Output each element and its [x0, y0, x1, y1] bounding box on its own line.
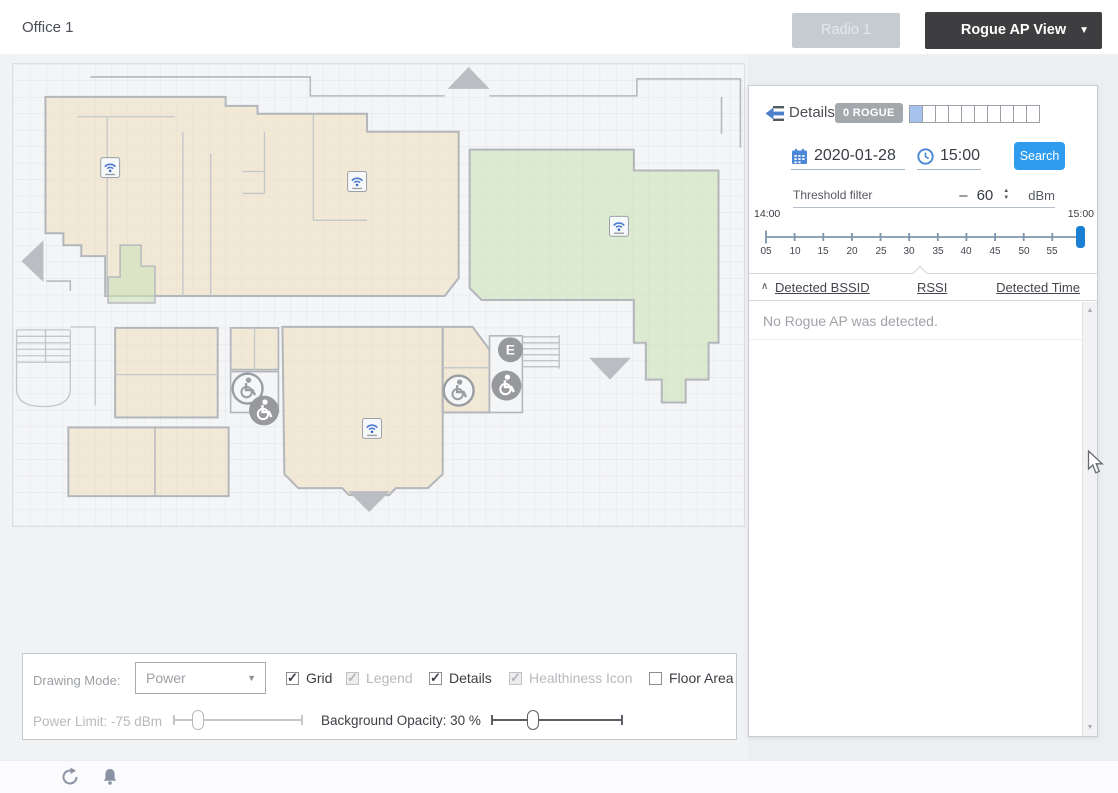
column-rssi[interactable]: RSSI	[917, 280, 947, 295]
checkbox-floor-area[interactable]: Floor Area	[649, 670, 734, 686]
map-canvas-area: E	[0, 55, 748, 760]
progress-segment	[936, 106, 949, 122]
sort-caret-icon: ∧	[761, 281, 768, 292]
rogue-ap-details-panel: Details 0 ROGUE 2020-01-28 15:00 Search …	[748, 85, 1098, 737]
rogue-count-badge: 0 ROGUE	[835, 103, 903, 123]
spinner-up-icon[interactable]: ▲	[999, 188, 1013, 195]
header-notch	[913, 266, 927, 280]
rogue-progress-bar	[909, 105, 1040, 123]
bell-icon[interactable]	[99, 766, 121, 788]
checkbox-label: Legend	[366, 670, 413, 686]
progress-segment	[975, 106, 988, 122]
timeline-slider-handle[interactable]	[1076, 226, 1085, 248]
time-value[interactable]: 15:00	[940, 147, 980, 165]
collapse-panel-icon[interactable]	[764, 105, 786, 122]
ap-icon	[363, 418, 382, 438]
background-opacity-slider[interactable]	[491, 710, 623, 730]
column-detected-bssid[interactable]: Detected BSSID	[775, 280, 870, 295]
scroll-up-icon[interactable]: ▲	[1083, 307, 1097, 314]
calendar-icon	[791, 148, 808, 165]
timeline-end-label: 15:00	[1068, 208, 1094, 220]
date-value[interactable]: 2020-01-28	[814, 147, 896, 165]
footer-bar	[0, 760, 1118, 793]
drawing-mode-value: Power	[146, 670, 186, 686]
caret-down-icon: ▼	[247, 663, 256, 693]
view-mode-dropdown[interactable]: Rogue AP View ▼	[925, 12, 1102, 49]
panel-scrollbar[interactable]: ▲ ▼	[1082, 302, 1097, 736]
threshold-label: Threshold filter	[793, 188, 959, 202]
wheelchair-icon-filled	[492, 371, 522, 401]
ap-icon	[348, 172, 367, 192]
power-limit-label: Power Limit: -75 dBm	[33, 714, 162, 729]
checkbox-box[interactable]	[509, 672, 522, 685]
progress-segment	[949, 106, 962, 122]
progress-segment	[923, 106, 936, 122]
search-button[interactable]: Search	[1014, 142, 1065, 170]
threshold-spinner[interactable]: ▲ ▼	[999, 188, 1013, 202]
drawing-mode-label: Drawing Mode:	[33, 673, 120, 688]
elevator-icon: E	[498, 337, 523, 362]
spinner-down-icon[interactable]: ▼	[999, 195, 1013, 202]
wheelchair-icon	[444, 376, 474, 406]
checkbox-label: Grid	[306, 670, 332, 686]
top-bar: Office 1 Radio 1 Rogue AP View ▼	[0, 0, 1118, 55]
slider-track[interactable]	[491, 719, 623, 721]
svg-text:E: E	[506, 342, 515, 358]
date-field[interactable]: 2020-01-28	[791, 143, 905, 170]
floor-plan-container[interactable]: E	[12, 63, 745, 527]
threshold-unit: dBm	[1028, 188, 1055, 203]
room-b	[68, 427, 228, 496]
floor-plan-map[interactable]: E	[13, 64, 744, 526]
checkbox-label: Floor Area	[669, 670, 734, 686]
timeline-tick-labels: 05 10 15 20 25 30 35 40 45 50 55	[749, 246, 1097, 260]
ap-icon	[101, 158, 120, 178]
column-detected-time[interactable]: Detected Time	[996, 280, 1080, 295]
checkbox-label: Healthiness Icon	[529, 670, 633, 686]
background-opacity-label: Background Opacity: 30 %	[321, 713, 481, 728]
view-mode-label: Rogue AP View	[961, 22, 1066, 38]
progress-segment	[988, 106, 1001, 122]
room-a	[115, 328, 218, 418]
checkbox-label: Details	[449, 670, 492, 686]
checkbox-box[interactable]	[286, 672, 299, 685]
progress-segment	[1001, 106, 1014, 122]
room-middle-hall	[282, 327, 442, 495]
slider-handle[interactable]	[192, 710, 204, 730]
slider-end-tick	[621, 715, 623, 725]
panel-title: Details	[789, 104, 835, 121]
caret-down-icon: ▼	[1079, 12, 1089, 49]
checkbox-healthiness-icon[interactable]: Healthiness Icon	[509, 670, 633, 686]
refresh-icon[interactable]	[59, 766, 81, 788]
drawing-mode-select[interactable]: Power ▼	[135, 662, 266, 694]
progress-segment	[1014, 106, 1027, 122]
scroll-down-icon[interactable]: ▼	[1083, 724, 1097, 731]
ap-icon	[610, 216, 629, 236]
checkbox-box[interactable]	[429, 672, 442, 685]
time-field[interactable]: 15:00	[917, 143, 981, 170]
power-limit-slider[interactable]	[173, 710, 303, 730]
slider-end-tick	[301, 715, 303, 725]
floor-title: Office 1	[22, 0, 73, 55]
checkbox-legend[interactable]: Legend	[346, 670, 413, 686]
checkbox-box[interactable]	[346, 672, 359, 685]
checkbox-details[interactable]: Details	[429, 670, 492, 686]
slider-handle[interactable]	[527, 710, 539, 730]
empty-list-message: No Rogue AP was detected.	[749, 302, 1082, 340]
rogue-table-header: ∧ Detected BSSID RSSI Detected Time	[749, 273, 1097, 301]
rogue-ap-list: No Rogue AP was detected.	[749, 302, 1082, 736]
threshold-minus-sign: –	[959, 187, 967, 204]
threshold-filter-row: Threshold filter – 60 ▲ ▼ dBm	[793, 183, 1055, 208]
drawing-controls-box: Drawing Mode: Power ▼ Grid Legend Detail…	[22, 653, 737, 740]
progress-segment	[910, 106, 923, 122]
progress-segment	[962, 106, 975, 122]
radio-1-button[interactable]: Radio 1	[792, 13, 900, 48]
wheelchair-icon-filled	[249, 396, 279, 426]
timeline-start-label: 14:00	[754, 208, 780, 220]
checkbox-grid[interactable]: Grid	[286, 670, 332, 686]
checkbox-box[interactable]	[649, 672, 662, 685]
progress-segment	[1027, 106, 1039, 122]
threshold-value-input[interactable]: 60	[977, 187, 994, 204]
clock-icon	[917, 148, 934, 165]
